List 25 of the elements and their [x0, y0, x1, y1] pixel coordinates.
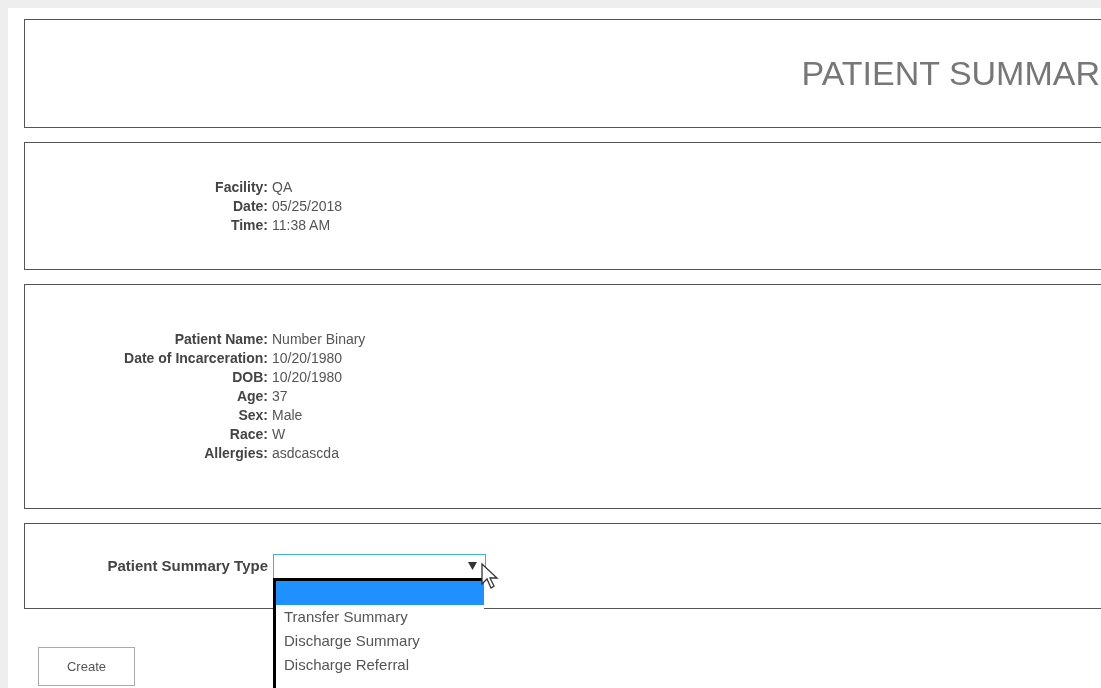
field-label: Patient Name:: [173, 330, 268, 349]
field-label: Age:: [235, 387, 268, 406]
field-label: Allergies:: [203, 444, 268, 463]
field-label: Patient Summary Type: [106, 555, 268, 576]
field-label: Date:: [232, 196, 268, 216]
field-value: Number Binary: [272, 330, 366, 349]
field-value: 10/20/1980: [272, 349, 343, 368]
field-label: Race:: [228, 425, 268, 444]
field-label: Date of Incarceration:: [123, 349, 268, 368]
field-label: Sex:: [237, 406, 268, 425]
summary-type-select[interactable]: [273, 553, 486, 579]
field-label: DOB:: [231, 368, 268, 387]
create-button[interactable]: Create: [38, 647, 135, 686]
field-label: Facility:: [214, 177, 268, 197]
field-value: 05/25/2018: [272, 196, 343, 216]
page-title: PATIENT SUMMAR: [801, 53, 1100, 94]
field-value: asdcascda: [272, 444, 339, 463]
field-value: Male: [272, 406, 303, 425]
field-value: W: [272, 425, 286, 444]
field-label: Time:: [229, 215, 268, 235]
field-value: 10/20/1980: [272, 368, 343, 387]
field-value: 11:38 AM: [272, 215, 331, 235]
field-value: 37: [272, 387, 288, 406]
field-value: QA: [272, 177, 293, 197]
dropdown-arrow-icon: [468, 562, 477, 570]
